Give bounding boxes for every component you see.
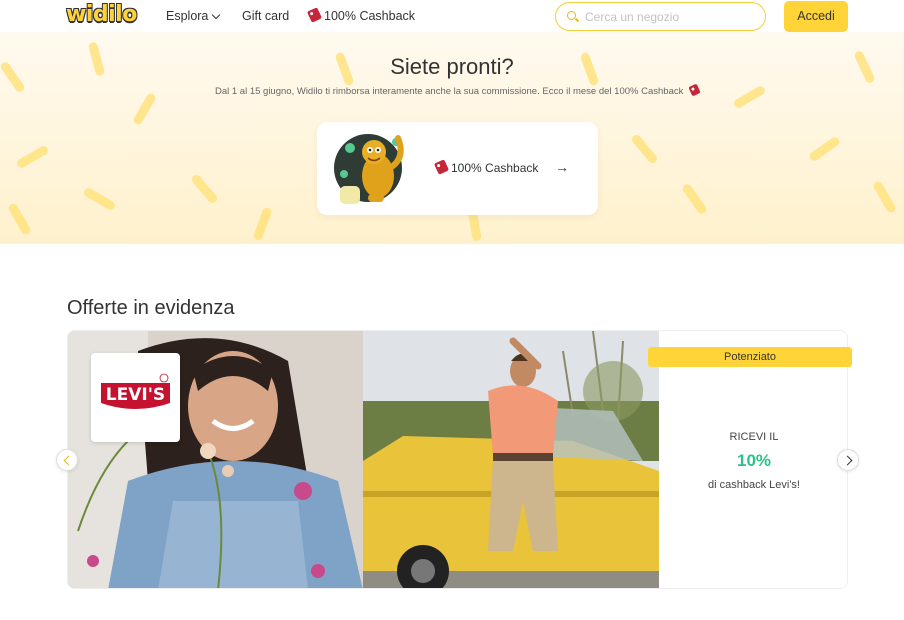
confetti-shape — [681, 182, 708, 216]
boosted-badge: Potenziato — [648, 347, 852, 367]
nav-explore[interactable]: Esplora — [166, 9, 221, 23]
levis-logo-text: LEVI'S — [106, 385, 165, 405]
photo-man-car-illustration — [363, 331, 659, 588]
offer-description: di cashback Levi's! — [708, 479, 800, 491]
cashback-percentage: 10% — [736, 451, 772, 470]
confetti-shape — [82, 186, 117, 212]
tag-icon — [306, 7, 323, 23]
offer-photo-man-car[interactable] — [363, 331, 659, 588]
top-nav: widilo Esplora Gift card 100% Cashback A… — [0, 0, 904, 32]
nav-explore-label: Esplora — [166, 9, 209, 23]
widilo-logo[interactable]: widilo — [66, 2, 137, 27]
levis-logo-icon: LEVI'S — [101, 373, 170, 409]
confetti-shape — [15, 144, 50, 170]
squirrel-mascot-icon — [334, 134, 404, 204]
cashback-card-label: 100% Cashback — [433, 159, 539, 175]
offer-panel[interactable]: RICEVI IL 10% di cashback Levi's! — [659, 331, 847, 588]
chevron-down-icon — [212, 10, 221, 20]
nav-gift-card-label: Gift card — [242, 9, 290, 23]
hero-subtitle: Dal 1 al 15 giugno, Widilo ti rimborsa i… — [0, 83, 904, 97]
login-button[interactable]: Accedi — [784, 1, 848, 32]
hero-banner: Siete pronti? Dal 1 al 15 giugno, Widilo… — [0, 32, 904, 244]
search-input[interactable] — [585, 8, 755, 25]
confetti-shape — [252, 206, 273, 242]
confetti-shape — [630, 133, 659, 165]
offer-intro: RICEVI IL — [729, 431, 779, 443]
brand-logo-levis[interactable]: LEVI'S — [91, 353, 180, 442]
confetti-shape — [132, 92, 157, 126]
tag-icon — [433, 159, 450, 175]
featured-carousel: LEVI'S RICEVI IL 10% di cashback Levi's! — [67, 330, 848, 589]
carousel-prev-button[interactable] — [56, 449, 78, 471]
confetti-shape — [190, 173, 219, 205]
cashback-card-text: 100% Cashback — [451, 161, 539, 175]
search-icon — [567, 11, 576, 20]
carousel-next-button[interactable] — [837, 449, 859, 471]
confetti-shape — [872, 180, 897, 214]
cashback-promo-card[interactable]: 100% Cashback → — [317, 122, 598, 215]
nav-gift-card[interactable]: Gift card — [242, 9, 289, 23]
hero-title: Siete pronti? — [390, 54, 514, 79]
confetti-shape — [7, 202, 32, 236]
hero-subtitle-text: Dal 1 al 15 giugno, Widilo ti rimborsa i… — [214, 86, 684, 97]
nav-cashback[interactable]: 100% Cashback — [306, 7, 416, 23]
tag-icon — [688, 83, 701, 97]
confetti-shape — [807, 135, 842, 163]
nav-cashback-label: 100% Cashback — [324, 9, 416, 23]
arrow-right-icon: → — [555, 159, 569, 175]
featured-title: Offerte in evidenza — [67, 297, 235, 319]
search-box[interactable] — [555, 2, 766, 31]
